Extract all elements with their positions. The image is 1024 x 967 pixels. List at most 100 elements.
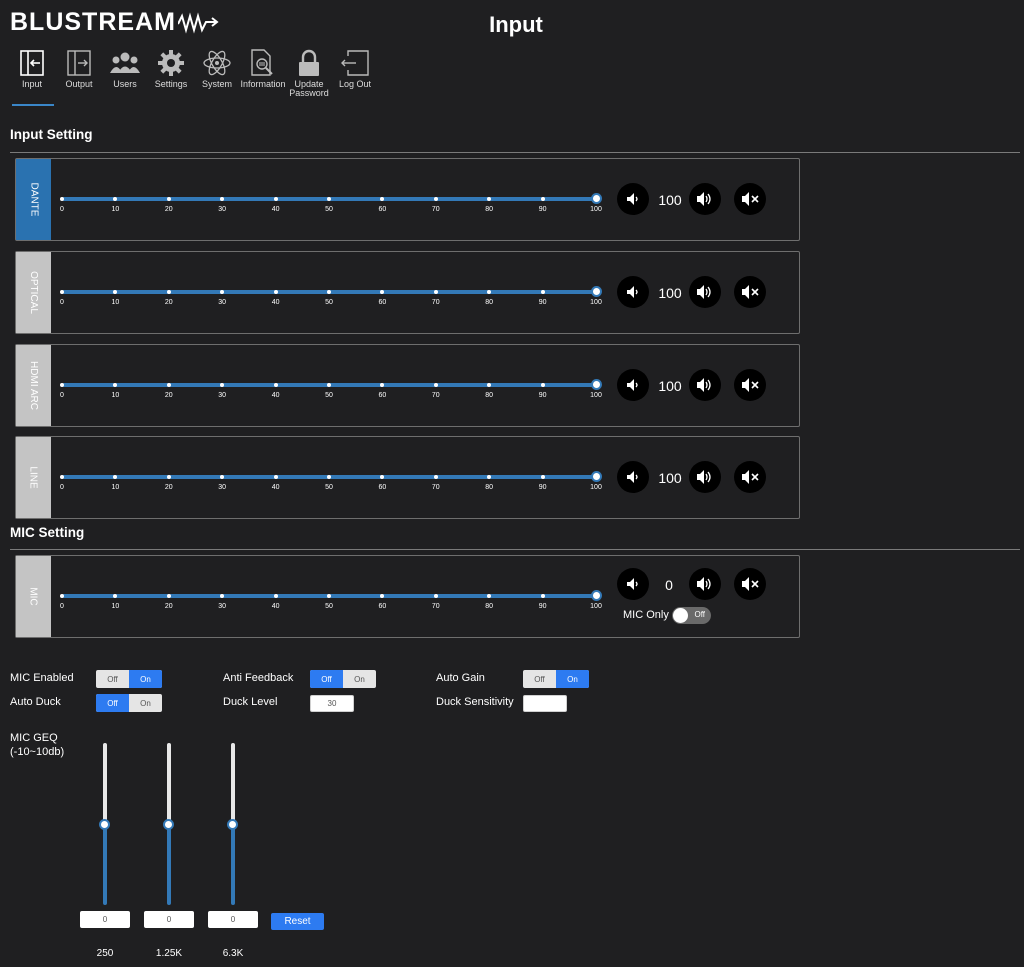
mute-button[interactable] bbox=[734, 461, 766, 493]
slider-tick-label: 50 bbox=[325, 206, 333, 213]
mic-enabled-on[interactable]: On bbox=[129, 670, 162, 688]
slider-tick-label: 10 bbox=[111, 299, 120, 306]
nav-information[interactable]: Information bbox=[240, 46, 286, 98]
input-setting-divider bbox=[10, 152, 1020, 153]
geq-slider-handle[interactable] bbox=[99, 818, 110, 830]
slider-tick-label: 40 bbox=[271, 206, 280, 213]
nav-update-password[interactable]: Update Password bbox=[286, 46, 332, 98]
volume-up-icon bbox=[697, 285, 711, 299]
optical-volume-slider[interactable]: 0 10 20 30 40 50 60 70 80 90 100 bbox=[60, 286, 602, 306]
auto-gain-off[interactable]: Off bbox=[523, 670, 556, 688]
reset-button[interactable]: Reset bbox=[271, 913, 324, 930]
nav-users[interactable]: Users bbox=[102, 46, 148, 98]
slider-handle[interactable] bbox=[591, 590, 602, 601]
slider-tick-label: 80 bbox=[485, 206, 494, 213]
line-volume-slider[interactable]: 0 10 20 30 40 50 60 70 80 90 100 bbox=[60, 471, 602, 491]
dante-panel: DANTE 0 10 20 30 40 50 60 70 80 90 100 100 bbox=[15, 158, 800, 241]
slider-tick-label: 100 bbox=[590, 392, 602, 399]
slider-tick-dot bbox=[113, 383, 118, 387]
volume-up-icon bbox=[697, 192, 711, 206]
input-setting-title: Input Setting bbox=[10, 127, 93, 142]
slider-tick-label: 30 bbox=[218, 603, 227, 610]
slider-tick-label: 40 bbox=[271, 484, 280, 491]
mic-tab[interactable]: MIC bbox=[16, 556, 51, 637]
geq-value-input[interactable]: 0 bbox=[80, 911, 130, 928]
volume-down-button[interactable] bbox=[617, 461, 649, 493]
hdmi-arc-volume-slider[interactable]: 0 10 20 30 40 50 60 70 80 90 100 bbox=[60, 379, 602, 399]
slider-tick-label: 70 bbox=[431, 299, 440, 306]
volume-down-button[interactable] bbox=[617, 276, 649, 308]
slider-tick-dot bbox=[220, 475, 225, 479]
duck-sensitivity-input[interactable] bbox=[523, 695, 567, 712]
optical-tab[interactable]: OPTICAL bbox=[16, 252, 51, 333]
geq-slider-handle[interactable] bbox=[227, 818, 238, 830]
anti-feedback-on[interactable]: On bbox=[343, 670, 376, 688]
slider-tick-dot bbox=[166, 290, 171, 294]
slider-tick-label: 20 bbox=[164, 484, 173, 491]
hdmi-arc-tab[interactable]: HDMI ARC bbox=[16, 345, 51, 426]
volume-up-button[interactable] bbox=[689, 568, 721, 600]
duck-level-label: Duck Level bbox=[223, 696, 278, 708]
slider-tick-dot bbox=[380, 383, 385, 387]
slider-handle[interactable] bbox=[591, 471, 602, 482]
slider-tick-dot bbox=[327, 383, 331, 387]
slider-tick-label: 30 bbox=[218, 299, 227, 306]
volume-up-button[interactable] bbox=[689, 369, 721, 401]
auto-duck-off[interactable]: Off bbox=[96, 694, 129, 712]
slider-handle[interactable] bbox=[591, 193, 602, 204]
mic-volume-slider[interactable]: 0 10 20 30 40 50 60 70 80 90 100 bbox=[60, 590, 602, 610]
slider-tick-dot bbox=[113, 594, 118, 598]
nav-output[interactable]: Output bbox=[56, 46, 102, 98]
volume-up-button[interactable] bbox=[689, 276, 721, 308]
slider-tick-dot bbox=[487, 290, 492, 294]
slider-tick-dot bbox=[166, 383, 171, 387]
slider-handle[interactable] bbox=[591, 286, 602, 297]
slider-tick-label: 10 bbox=[111, 603, 120, 610]
nav-settings-label: Settings bbox=[154, 79, 188, 89]
slider-tick-label: 60 bbox=[378, 206, 387, 213]
geq-slider-handle[interactable] bbox=[163, 818, 174, 830]
line-tab[interactable]: LINE bbox=[16, 437, 51, 518]
geq-track-lower bbox=[103, 824, 107, 905]
auto-gain-on[interactable]: On bbox=[556, 670, 589, 688]
slider-tick-dot bbox=[273, 197, 278, 201]
slider-handle[interactable] bbox=[591, 379, 602, 390]
volume-down-button[interactable] bbox=[617, 369, 649, 401]
slider-tick-dot bbox=[60, 290, 64, 294]
nav-settings[interactable]: Settings bbox=[148, 46, 194, 98]
volume-down-button[interactable] bbox=[617, 183, 649, 215]
auto-duck-on[interactable]: On bbox=[129, 694, 162, 712]
nav-input[interactable]: Input bbox=[8, 46, 56, 106]
mic-enabled-off[interactable]: Off bbox=[96, 670, 129, 688]
mute-button[interactable] bbox=[734, 183, 766, 215]
slider-tick-dot bbox=[60, 197, 64, 201]
slider-tick-label: 20 bbox=[164, 603, 173, 610]
dante-volume-slider[interactable]: 0 10 20 30 40 50 60 70 80 90 100 bbox=[60, 193, 602, 213]
mute-button[interactable] bbox=[734, 276, 766, 308]
anti-feedback-off[interactable]: Off bbox=[310, 670, 343, 688]
slider-tick-dot bbox=[487, 197, 492, 201]
mute-button[interactable] bbox=[734, 568, 766, 600]
slider-tick-dot bbox=[220, 594, 225, 598]
slider-tick-dot bbox=[327, 594, 331, 598]
slider-tick-label: 50 bbox=[325, 392, 333, 399]
slider-tick-dot bbox=[113, 290, 118, 294]
slider-tick-label: 100 bbox=[590, 603, 602, 610]
mute-button[interactable] bbox=[734, 369, 766, 401]
geq-band-slider[interactable] bbox=[227, 743, 238, 905]
volume-up-button[interactable] bbox=[689, 183, 721, 215]
geq-value-input[interactable]: 0 bbox=[144, 911, 194, 928]
volume-up-button[interactable] bbox=[689, 461, 721, 493]
volume-down-button[interactable] bbox=[617, 568, 649, 600]
geq-band-slider[interactable] bbox=[163, 743, 174, 905]
slider-tick-dot bbox=[540, 475, 545, 479]
nav-log-out[interactable]: Log Out bbox=[332, 46, 378, 98]
mute-icon bbox=[742, 285, 759, 299]
geq-value-input[interactable]: 0 bbox=[208, 911, 258, 928]
dante-tab[interactable]: DANTE bbox=[16, 159, 51, 240]
nav-system[interactable]: System bbox=[194, 46, 240, 98]
duck-level-input[interactable]: 30 bbox=[310, 695, 354, 712]
mic-only-toggle[interactable]: Off bbox=[672, 607, 711, 624]
auto-gain-label: Auto Gain bbox=[436, 672, 485, 684]
geq-band-slider[interactable] bbox=[99, 743, 110, 905]
